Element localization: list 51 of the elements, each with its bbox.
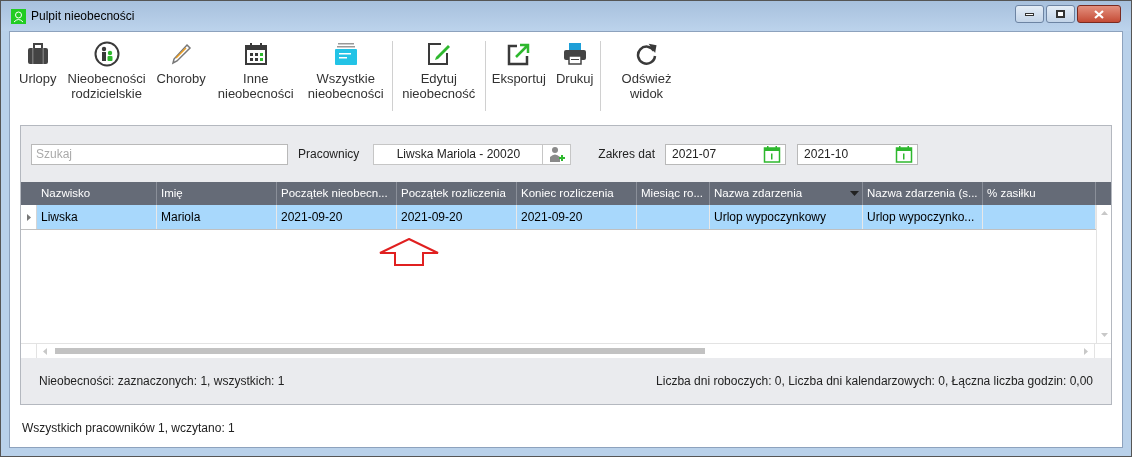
calendar-icon[interactable] <box>763 145 782 163</box>
employees-label: Pracownicy <box>298 146 360 163</box>
days-summary: Liczba dni roboczych: 0, Liczba dni kalendarzowych: 0, Łączna liczba godzin: 0,00 <box>656 373 1093 390</box>
briefcase-icon <box>25 42 50 66</box>
close-icon <box>1094 9 1104 19</box>
document-stack-icon <box>332 42 359 66</box>
table-cell: 2021-09-20 <box>517 205 637 229</box>
table-cell: 2021-09-20 <box>397 205 517 229</box>
toolbar-button[interactable]: Drukuj <box>550 41 599 86</box>
scroll-left-icon <box>43 347 47 355</box>
toolbar-button[interactable]: Nieobecności rodzicielskie <box>61 41 152 101</box>
minimize-button[interactable] <box>1015 5 1044 23</box>
table-cell: Urlop wypoczynkowy <box>710 205 863 229</box>
status-text: Wszystkich pracowników 1, wczytano: 1 <box>21 420 235 437</box>
absence-summary: Nieobecności: zaznaczonych: 1, wszystkich: 1 <box>39 373 285 390</box>
current-row-icon <box>26 213 31 221</box>
calendar-icon <box>243 42 268 66</box>
search-field[interactable]: Szukaj <box>31 143 288 165</box>
toolbar-button[interactable]: Edytuj nieobecność <box>393 41 484 101</box>
date-from-field[interactable]: 2021-07 <box>665 143 787 165</box>
toolbar-button[interactable]: Odśwież widok <box>601 41 692 101</box>
printer-icon <box>562 42 587 66</box>
toolbar-button[interactable]: Eksportuj <box>486 41 551 86</box>
toolbar-button[interactable]: Inne nieobecności <box>210 41 301 101</box>
refresh-icon <box>634 42 659 66</box>
vertical-scrollbar[interactable] <box>1096 205 1111 343</box>
window-title: Pulpit nieobecności <box>31 8 135 25</box>
table-cell: Urlop wypoczynko... <box>863 205 983 229</box>
toolbar-button[interactable]: Choroby <box>151 41 211 86</box>
close-button[interactable] <box>1077 5 1121 23</box>
calendar-icon[interactable] <box>895 145 914 163</box>
add-employee-button[interactable] <box>543 143 572 165</box>
toolbar-button[interactable]: Urlopy <box>14 41 62 86</box>
add-person-icon <box>547 146 566 162</box>
scroll-up-icon <box>1100 211 1108 215</box>
up-arrow-icon <box>377 238 440 266</box>
maximize-button[interactable] <box>1046 5 1075 23</box>
table-cell: Mariola <box>157 205 277 229</box>
sort-down-icon <box>850 191 859 196</box>
employee-field[interactable]: Liwska Mariola - 20020 <box>373 143 544 165</box>
toolbar-button[interactable]: Wszystkie nieobecności <box>300 41 391 101</box>
export-icon <box>506 42 531 66</box>
date-range-label: Zakres dat <box>598 146 656 163</box>
edit-icon <box>426 42 451 66</box>
app-icon <box>11 8 26 24</box>
date-to-field[interactable]: 2021-10 <box>797 143 919 165</box>
scroll-down-icon <box>1100 333 1108 337</box>
table-row[interactable]: Liwska Mariola 2021-09-20 2021-09-20 2021-09-20 Urlop wypoczynkowy Urlop wypoczynko... <box>21 205 1096 230</box>
scroll-right-icon <box>1084 347 1088 355</box>
table-cell: 2021-09-20 <box>277 205 397 229</box>
table-cell: Liwska <box>37 205 157 229</box>
